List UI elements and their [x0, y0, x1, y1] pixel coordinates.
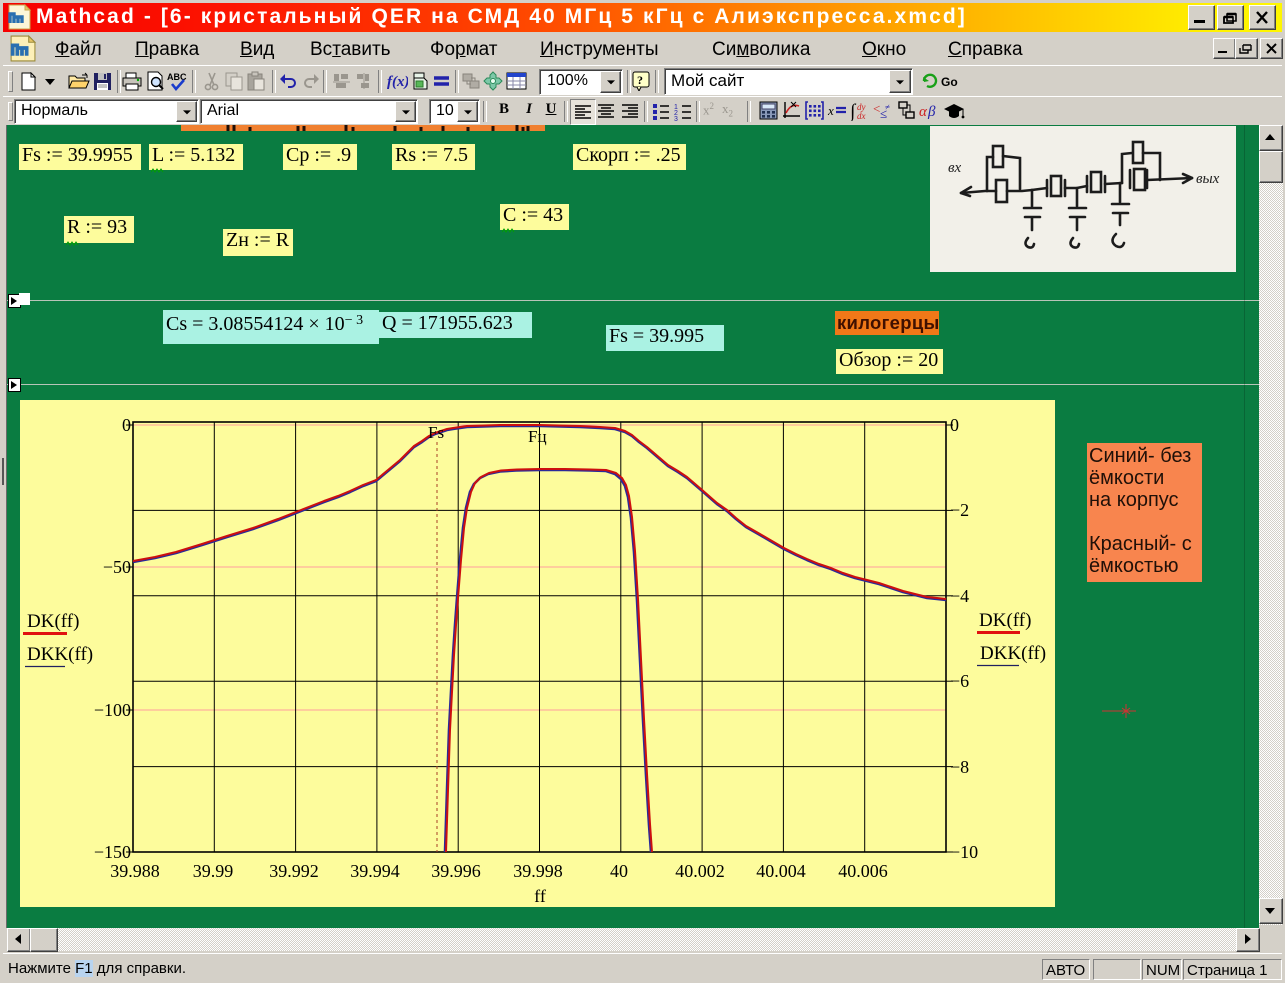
svg-text:f(x): f(x) — [387, 74, 408, 90]
svg-text:?: ? — [637, 73, 643, 87]
svg-text:ff: ff — [534, 886, 546, 906]
svg-text:0: 0 — [950, 415, 959, 435]
svg-text:−6: −6 — [950, 671, 969, 691]
svg-text:−2: −2 — [950, 500, 969, 520]
svg-text:−50: −50 — [103, 557, 131, 577]
svg-text:40.006: 40.006 — [838, 861, 888, 881]
svg-text:DK(ff): DK(ff) — [979, 610, 1031, 631]
svg-text:39.994: 39.994 — [350, 861, 400, 881]
svg-text:DKK(ff): DKK(ff) — [27, 644, 93, 665]
svg-text:39.99: 39.99 — [193, 861, 234, 881]
svg-text:≠: ≠ — [885, 102, 890, 112]
svg-text:39.992: 39.992 — [269, 861, 319, 881]
svg-text:β: β — [927, 104, 936, 120]
svg-text:dx: dx — [857, 111, 866, 121]
svg-text:вых: вых — [1196, 171, 1220, 187]
svg-text:39.996: 39.996 — [431, 861, 481, 881]
svg-text:−8: −8 — [950, 757, 969, 777]
svg-text:Fs: Fs — [428, 423, 444, 442]
svg-text:∫: ∫ — [850, 101, 857, 121]
svg-text:вх: вх — [948, 160, 962, 176]
svg-text:Go: Go — [941, 75, 958, 89]
svg-text:0: 0 — [122, 415, 131, 435]
svg-text:−10: −10 — [950, 842, 978, 862]
svg-text:−100: −100 — [94, 700, 131, 720]
svg-text:α: α — [919, 104, 928, 120]
svg-text:x: x — [827, 103, 834, 118]
svg-text:39.988: 39.988 — [110, 861, 160, 881]
svg-text:Fц: Fц — [528, 427, 547, 446]
svg-text:40.002: 40.002 — [675, 861, 725, 881]
svg-text:DKK(ff): DKK(ff) — [980, 643, 1046, 664]
svg-text:−4: −4 — [950, 586, 969, 606]
svg-text:39.998: 39.998 — [513, 861, 563, 881]
svg-text:40: 40 — [610, 861, 628, 881]
svg-text:DK(ff): DK(ff) — [27, 611, 79, 632]
svg-text:−150: −150 — [94, 842, 131, 862]
svg-text:40.004: 40.004 — [756, 861, 806, 881]
svg-text:3: 3 — [674, 116, 678, 122]
